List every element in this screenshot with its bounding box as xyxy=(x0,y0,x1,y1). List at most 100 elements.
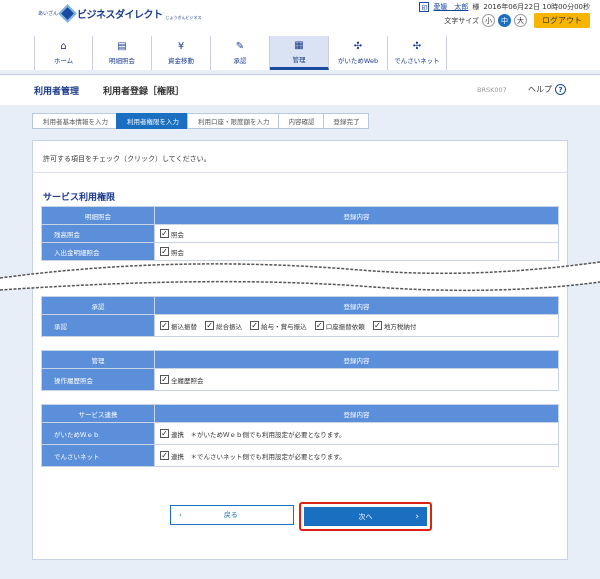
chevron-left-icon: ‹ xyxy=(179,511,182,519)
checkbox-gaitame[interactable]: ✓ 連携 ＊がいためＷｅｂ側でも利用設定が必要となります。 xyxy=(160,429,346,439)
chevron-right-icon: › xyxy=(415,511,419,522)
checkbox-furikomi[interactable]: ✓ 振込振替 xyxy=(160,321,197,331)
step-indicator: 利用者基本情報を入力 利用者権限を入力 利用口座・限度額を入力 内容確認 登録完… xyxy=(32,113,369,129)
nav-label: でんさいネット xyxy=(394,57,440,65)
yen-icon: ¥ xyxy=(177,41,185,52)
login-datetime: 2016年06月22日 10時00分00秒 xyxy=(483,3,590,11)
row-label: でんさいネット xyxy=(41,444,155,467)
network-icon: ✣ xyxy=(412,41,422,52)
back-button[interactable]: ‹ 戻る xyxy=(170,505,294,525)
font-size-small[interactable]: 小 xyxy=(482,14,495,27)
help-icon: ? xyxy=(555,84,566,95)
checkbox-salary[interactable]: ✓ 給与・賞与振込 xyxy=(250,321,307,331)
nav-label: 管理 xyxy=(292,55,306,64)
nav-label: 承認 xyxy=(233,57,247,65)
next-button-highlight: 次へ › xyxy=(299,502,432,531)
table-header: 登録内容 xyxy=(154,404,559,423)
check-icon: ✓ xyxy=(250,321,260,330)
step-2: 利用者権限を入力 xyxy=(116,113,188,129)
bank-name: あいざん xyxy=(38,11,59,17)
divider xyxy=(32,172,568,173)
nav-home[interactable]: ⌂ ホーム xyxy=(34,36,93,70)
step-5: 登録完了 xyxy=(322,113,369,129)
nav-label: がいためWeb xyxy=(337,57,379,65)
nav-label: 資金移動 xyxy=(168,57,194,65)
row-label: 承認 xyxy=(41,314,155,337)
user-name[interactable]: 愛媛 太郎 xyxy=(433,2,468,12)
font-size-large[interactable]: 大 xyxy=(514,14,527,27)
check-icon: ✓ xyxy=(160,375,169,384)
user-info: 印 愛媛 太郎 様 2016年06月22日 10時00分00秒 xyxy=(419,2,590,12)
user-icon: 印 xyxy=(419,2,430,12)
nav-approval[interactable]: ✎ 承認 xyxy=(211,36,270,70)
checkbox-label: 給与・賞与振込 xyxy=(261,322,307,331)
nav-statements[interactable]: ▤ 明細照会 xyxy=(93,36,152,70)
button-row: ‹ 戻る xyxy=(170,505,294,525)
table-header: 登録内容 xyxy=(154,296,559,315)
table-header: サービス連携 xyxy=(41,404,155,423)
checkbox-history[interactable]: ✓ 全履歴照会 xyxy=(160,375,204,385)
page-title: 利用者登録［権限］ xyxy=(103,87,185,97)
brand-mark-icon xyxy=(58,4,77,23)
nav-gaitame[interactable]: ✣ がいためWeb xyxy=(329,36,388,70)
nav-label: 明細照会 xyxy=(109,57,135,65)
approve-icon: ✎ xyxy=(235,41,245,52)
row-label: 操作履歴照会 xyxy=(41,368,155,391)
check-icon: ✓ xyxy=(160,451,169,460)
checkbox-densai[interactable]: ✓ 連携 ＊でんさいネット側でも利用設定が必要となります。 xyxy=(160,451,346,461)
nav-densai[interactable]: ✣ でんさいネット xyxy=(388,36,447,70)
help-link[interactable]: ヘルプ? xyxy=(528,84,566,95)
row-label: がいためＷｅｂ xyxy=(41,422,155,445)
nav-transfer[interactable]: ¥ 資金移動 xyxy=(152,36,211,70)
font-size-label: 文字サイズ xyxy=(444,16,479,25)
table-header: 登録内容 xyxy=(154,206,559,225)
checkbox-label: 地方税納付 xyxy=(383,322,417,331)
checkbox-transactions[interactable]: ✓ 照会 xyxy=(160,247,184,257)
check-icon: ✓ xyxy=(160,247,169,256)
checkbox-label: 総合振込 xyxy=(216,322,243,331)
nav-label: ホーム xyxy=(53,57,74,65)
check-icon: ✓ xyxy=(372,321,382,330)
brand-sub: じょうぎんビジネス xyxy=(165,15,202,20)
user-suffix: 様 xyxy=(472,3,480,11)
logout-button[interactable]: ログアウト xyxy=(534,13,590,28)
check-icon: ✓ xyxy=(205,321,215,330)
page-header: 利用者管理 利用者登録［権限］ BRSK007 ヘルプ? xyxy=(0,74,600,105)
checkbox-label: 連携 ＊でんさいネット側でも利用設定が必要となります。 xyxy=(171,452,346,461)
document-icon: ▤ xyxy=(117,41,127,52)
checkbox-debit[interactable]: ✓ 口座振替依頼 xyxy=(314,321,365,331)
table-header: 承認 xyxy=(41,296,155,315)
help-label: ヘルプ xyxy=(528,85,552,94)
screen-code: BRSK007 xyxy=(477,86,507,94)
font-size-control: 文字サイズ 小 中 大 ログアウト xyxy=(444,13,590,28)
link-icon: ✣ xyxy=(353,41,363,52)
section-heading: サービス利用権限 xyxy=(43,193,116,203)
checkbox-localtax[interactable]: ✓ 地方税納付 xyxy=(372,321,417,331)
admin-icon: ▦ xyxy=(294,39,304,51)
nav-admin[interactable]: ▦ 管理 xyxy=(270,36,329,70)
checkbox-sogo[interactable]: ✓ 総合振込 xyxy=(205,321,242,331)
checkbox-label: 振込振替 xyxy=(171,322,197,331)
step-4: 内容確認 xyxy=(277,113,324,129)
next-button[interactable]: 次へ › xyxy=(304,507,427,526)
logo[interactable]: あいざん ビジネスダイレクト じょうぎんビジネス xyxy=(38,4,202,23)
check-icon: ✓ xyxy=(160,229,169,238)
checkbox-label: 連携 ＊がいためＷｅｂ側でも利用設定が必要となります。 xyxy=(171,430,346,439)
global-nav: ⌂ ホーム ▤ 明細照会 ¥ 資金移動 ✎ 承認 ▦ 管理 ✣ がいためWeb ✣ でんさいネ… xyxy=(34,36,447,70)
checkbox-label: 照会 xyxy=(171,230,184,239)
checkbox-label: 全履歴照会 xyxy=(171,376,204,385)
step-1: 利用者基本情報を入力 xyxy=(32,113,117,129)
checkbox-balance[interactable]: ✓ 照会 xyxy=(160,229,184,239)
top-bar: あいざん ビジネスダイレクト じょうぎんビジネス 印 愛媛 太郎 様 2016年… xyxy=(0,0,600,70)
step-3: 利用口座・限度額を入力 xyxy=(187,113,279,129)
table-service-link: サービス連携 登録内容 がいためＷｅｂ ✓ 連携 ＊がいためＷｅｂ側でも利用設定が必要… xyxy=(41,404,559,467)
check-icon: ✓ xyxy=(160,321,169,330)
row-label: 残高照会 xyxy=(41,224,155,243)
table-header: 明細照会 xyxy=(41,206,155,225)
check-icon: ✓ xyxy=(160,429,169,438)
table-statements: 明細照会 登録内容 残高照会 ✓ 照会 入出金明細照会 ✓ 照会 xyxy=(41,206,559,261)
next-label: 次へ xyxy=(358,512,373,521)
check-icon: ✓ xyxy=(314,321,324,330)
font-size-medium[interactable]: 中 xyxy=(498,14,511,27)
home-icon: ⌂ xyxy=(60,41,67,52)
